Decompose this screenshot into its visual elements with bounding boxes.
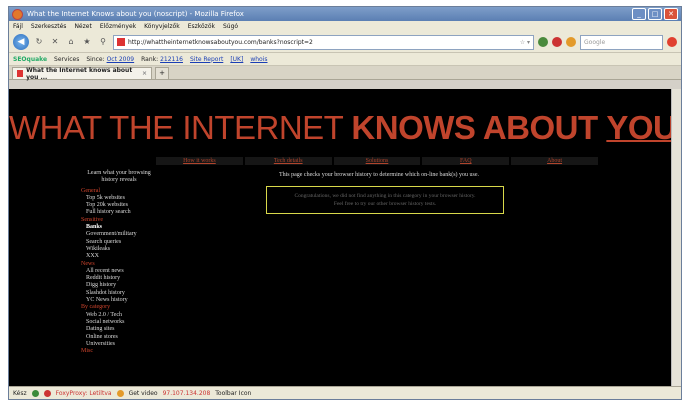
gmail-icon[interactable]: [552, 37, 562, 47]
firefox-icon: [12, 8, 23, 20]
browser-window: What the Internet Knows about you (noscr…: [8, 6, 682, 400]
site-heading: WHAT THE INTERNET KNOWS ABOUT YOU: [9, 109, 677, 147]
title-bar: What the Internet Knows about you (noscr…: [9, 7, 681, 21]
heading-part-3: YOU: [606, 109, 677, 146]
maximize-button[interactable]: □: [648, 8, 662, 20]
sidebar-test-link[interactable]: Government/military: [81, 231, 157, 238]
seo-toolbar: SEOquake Services Since: Oct 2009 Rank: …: [9, 53, 681, 66]
status-done: Kész: [13, 390, 27, 397]
getvideo-icon[interactable]: [116, 390, 124, 397]
seo-brand[interactable]: SEOquake: [13, 56, 47, 63]
main-content: This page checks your browser history to…: [159, 167, 599, 183]
addon-icon[interactable]: [538, 37, 548, 47]
rank-label: Rank:: [141, 55, 159, 63]
status-bar: Kész FoxyProxy: Letiltva Get video 97.10…: [9, 386, 681, 399]
sidebar-test-link[interactable]: Dating sites: [81, 326, 157, 333]
toolbar-icon-label[interactable]: Toolbar Icon: [215, 390, 251, 397]
sidebar-test-link[interactable]: Search queries: [81, 239, 157, 246]
getvideo-label[interactable]: Get video: [129, 390, 158, 397]
home-icon[interactable]: ⌂: [65, 36, 77, 48]
sidebar-category: Misc: [81, 348, 93, 355]
reload-icon[interactable]: ↻: [33, 36, 45, 48]
sidebar-test-link[interactable]: Slashdot history: [81, 290, 157, 297]
nav-about[interactable]: About: [511, 157, 598, 165]
nav-tech-details[interactable]: Tech details: [244, 157, 332, 165]
minimize-button[interactable]: _: [632, 8, 646, 20]
address-bar[interactable]: http://whattheinternetknowsaboutyou.com/…: [113, 34, 534, 50]
sidebar-test-link[interactable]: Wikileaks: [81, 246, 157, 253]
tab-label: What the Internet knows about you ...: [26, 66, 133, 81]
sidebar-test-link[interactable]: Reddit history: [81, 275, 157, 282]
test-sidebar: Learn what your browsing history reveals…: [81, 170, 157, 355]
stop-icon[interactable]: ✕: [49, 36, 61, 48]
services-menu[interactable]: Services: [54, 56, 79, 63]
menu-help[interactable]: Súgó: [223, 23, 238, 30]
vertical-scrollbar[interactable]: [671, 89, 681, 386]
heading-part-2: KNOWS ABOUT: [351, 109, 598, 146]
sidebar-category: News: [81, 260, 95, 267]
close-tab-icon[interactable]: ×: [142, 70, 147, 77]
sidebar-lead: Learn what your browsing history reveals: [87, 170, 151, 184]
bookmark-star-icon[interactable]: ☆ ▾: [520, 39, 533, 46]
site-nav: How it works Tech details Solutions FAQ …: [156, 157, 598, 165]
nav-faq[interactable]: FAQ: [422, 157, 510, 165]
sidebar-test-link[interactable]: Full history search: [81, 209, 157, 216]
address-text: http://whattheinternetknowsaboutyou.com/…: [128, 38, 313, 46]
tab-bar: What the Internet knows about you ... × …: [9, 66, 681, 81]
page-viewport: WHAT THE INTERNET KNOWS ABOUT YOU How it…: [9, 89, 681, 386]
since-label: Since:: [86, 55, 105, 63]
navigation-toolbar: ◀ ↻ ✕ ⌂ ★ ⚲ http://whattheinternetknowsa…: [9, 32, 681, 53]
tab-active[interactable]: What the Internet knows about you ... ×: [12, 66, 152, 81]
sidebar-category: General: [81, 187, 100, 194]
uk-link[interactable]: [UK]: [230, 56, 243, 63]
sidebar-test-link[interactable]: All recent news: [81, 268, 157, 275]
sidebar-test-link[interactable]: YC News history: [81, 297, 157, 304]
sidebar-test-link[interactable]: Banks: [81, 224, 157, 231]
stop-sign-icon[interactable]: [667, 37, 677, 47]
nav-solutions[interactable]: Solutions: [333, 157, 421, 165]
menu-file[interactable]: Fájl: [13, 23, 23, 30]
site-favicon: [117, 38, 125, 46]
site-report-link[interactable]: Site Report: [190, 56, 223, 63]
sidebar-test-link[interactable]: Top 20k websites: [81, 202, 157, 209]
addon-status-icon[interactable]: [31, 390, 39, 397]
sidebar-test-link[interactable]: Social networks: [81, 319, 157, 326]
menu-bookmarks[interactable]: Könyvjelzők: [144, 23, 180, 30]
sidebar-test-link[interactable]: Universities: [81, 341, 157, 348]
intro-text: This page checks your browser history to…: [278, 172, 480, 178]
rank-link[interactable]: 212116: [160, 56, 183, 63]
foxyproxy-status[interactable]: FoxyProxy: Letiltva: [56, 390, 112, 397]
bookmark-icon[interactable]: ★: [81, 36, 93, 48]
tab-favicon: [17, 70, 24, 77]
search-input[interactable]: Google: [580, 34, 663, 50]
extension-icon[interactable]: [566, 37, 576, 47]
menu-edit[interactable]: Szerkesztés: [31, 23, 67, 30]
sidebar-category: By category: [81, 304, 111, 311]
sidebar-test-link[interactable]: Online stores: [81, 334, 157, 341]
whois-link[interactable]: whois: [250, 56, 267, 63]
result-notice: Congratulations, we did not find anythin…: [266, 186, 504, 214]
since-link[interactable]: Oct 2009: [107, 56, 135, 63]
close-window-button[interactable]: ✕: [664, 8, 678, 20]
menu-bar: Fájl Szerkesztés Nézet Előzmények Könyvj…: [9, 21, 681, 32]
ip-address: 97.107.134.208: [162, 390, 211, 397]
sidebar-test-link[interactable]: Top 5k websites: [81, 195, 157, 202]
sidebar-test-link[interactable]: Web 2.0 / Tech: [81, 312, 157, 319]
sidebar-category: Sensitive: [81, 216, 103, 223]
zoom-icon[interactable]: ⚲: [97, 36, 109, 48]
menu-tools[interactable]: Eszközök: [188, 23, 215, 30]
sidebar-test-link[interactable]: XXX: [81, 253, 157, 260]
notice-line-1: Congratulations, we did not find anythin…: [294, 193, 476, 199]
menu-history[interactable]: Előzmények: [100, 23, 136, 30]
adblock-status-icon[interactable]: [43, 390, 51, 397]
window-title: What the Internet Knows about you (noscr…: [27, 10, 244, 18]
notice-line-2: Feel free to try our other browser histo…: [333, 201, 437, 207]
sidebar-test-link[interactable]: Digg history: [81, 282, 157, 289]
new-tab-button[interactable]: +: [155, 67, 169, 79]
back-icon[interactable]: ◀: [13, 34, 29, 50]
menu-view[interactable]: Nézet: [74, 23, 91, 30]
heading-part-1: WHAT THE INTERNET: [9, 109, 343, 146]
nav-how-it-works[interactable]: How it works: [156, 157, 243, 165]
